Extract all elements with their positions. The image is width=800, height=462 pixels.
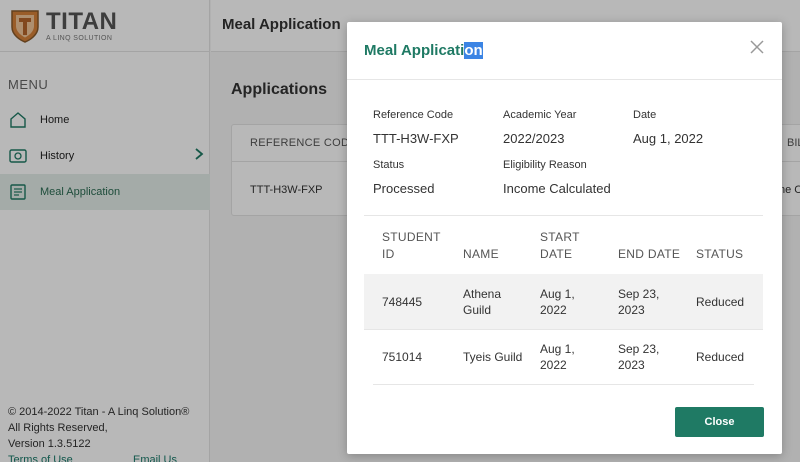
end-date-cell: Sep 23, 2023	[618, 286, 659, 318]
header-line: STUDENT	[382, 230, 441, 244]
academic-year-label: Academic Year	[503, 109, 577, 121]
table-row[interactable]: 748445 Athena Guild Aug 1, 2022 Sep 23, …	[364, 274, 763, 329]
column-header-student-id: STUDENT ID	[382, 229, 441, 263]
student-id-cell: 748445	[382, 295, 423, 309]
column-header-status: STATUS	[696, 247, 744, 261]
modal-title-selected-text: on	[464, 42, 483, 59]
close-icon[interactable]	[750, 40, 764, 54]
cell-line: Sep 23,	[618, 287, 660, 301]
column-header-name: NAME	[463, 247, 499, 261]
status-cell: Reduced	[696, 295, 745, 309]
start-date-cell: Aug 1, 2022	[540, 286, 575, 318]
academic-year-value: 2022/2023	[503, 131, 565, 146]
student-name-cell: Athena Guild	[463, 286, 501, 318]
cell-line: Aug 1,	[540, 342, 575, 356]
status-cell: Reduced	[696, 350, 745, 364]
header-line: ID	[382, 247, 395, 261]
cell-line: Aug 1,	[540, 287, 575, 301]
modal-header: Meal Application	[347, 22, 782, 80]
cell-line: 2023	[618, 303, 645, 317]
status-value: Processed	[373, 181, 435, 196]
column-header-end-date: END DATE	[618, 247, 681, 261]
cell-line: 2022	[540, 358, 567, 372]
students-table: STUDENT ID NAME START DATE END DATE STAT…	[364, 215, 763, 385]
divider	[373, 384, 754, 385]
table-row[interactable]: 751014 Tyeis Guild Aug 1, 2022 Sep 23, 2…	[364, 329, 763, 384]
reference-code-label: Reference Code	[373, 109, 454, 121]
cell-line: 2022	[540, 303, 567, 317]
cell-line: Sep 23,	[618, 342, 660, 356]
cell-line: Guild	[463, 303, 492, 317]
eligibility-reason-value: Income Calculated	[503, 181, 611, 196]
status-label: Status	[373, 159, 405, 171]
modal-title: Meal Application	[364, 42, 483, 59]
start-date-cell: Aug 1, 2022	[540, 341, 575, 373]
header-line: START	[540, 230, 580, 244]
cell-line: 2023	[618, 358, 645, 372]
date-value: Aug 1, 2022	[633, 131, 704, 146]
eligibility-reason-label: Eligibility Reason	[503, 159, 587, 171]
modal-title-text: Meal Applicati	[364, 42, 465, 59]
cell-line: Athena	[463, 287, 502, 301]
date-label: Date	[633, 109, 657, 121]
close-button[interactable]: Close	[675, 407, 764, 437]
column-header-start-date: START DATE	[540, 229, 580, 263]
header-line: DATE	[540, 247, 573, 261]
end-date-cell: Sep 23, 2023	[618, 341, 659, 373]
student-id-cell: 751014	[382, 350, 423, 364]
student-name-cell: Tyeis Guild	[463, 350, 523, 364]
meal-application-modal: Meal Application Reference Code TTT-H3W-…	[347, 22, 782, 454]
reference-code-value: TTT-H3W-FXP	[373, 131, 459, 146]
